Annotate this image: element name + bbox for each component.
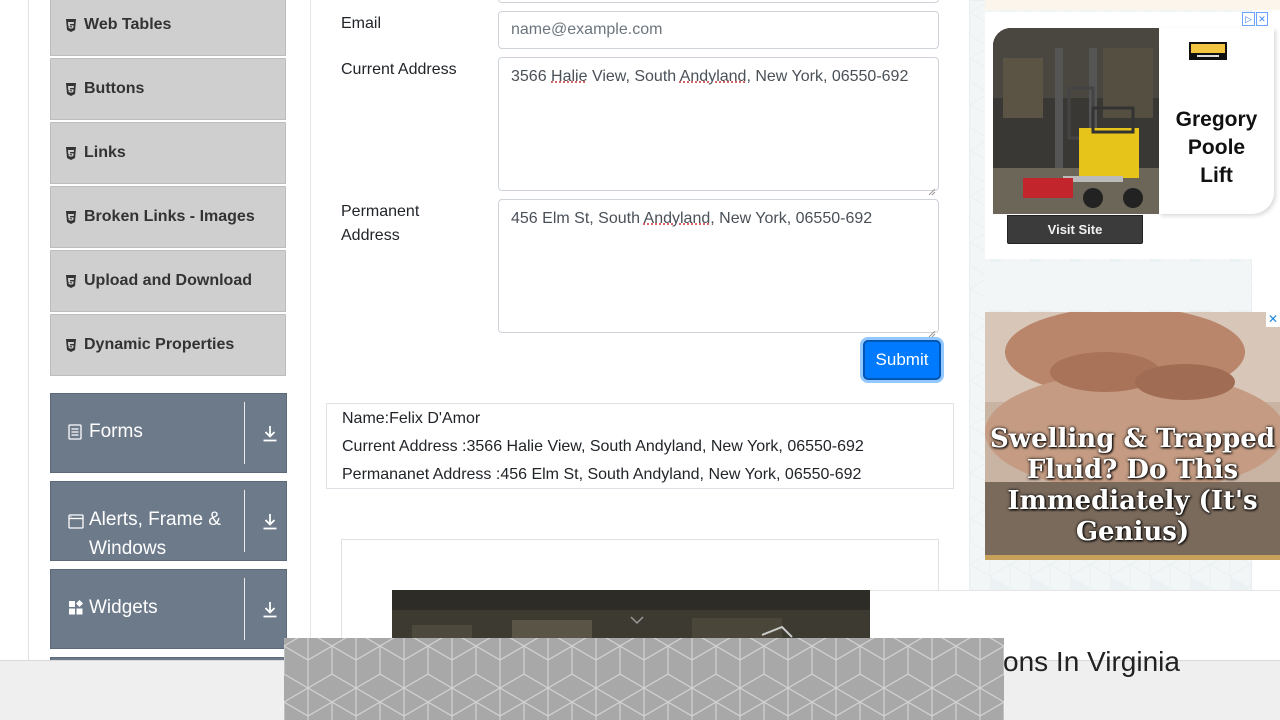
html5-icon: [65, 146, 77, 160]
ad-bottom-bar: [985, 555, 1280, 560]
sidebar-item-web-tables[interactable]: Web Tables: [50, 0, 286, 56]
sidebar-item-dynamic-properties[interactable]: Dynamic Properties: [50, 314, 286, 376]
output-name: Name:Felix D'Amor: [342, 410, 481, 427]
sidebar-group-label: Forms: [89, 421, 143, 442]
brand-line: Gregory: [1175, 108, 1258, 131]
sidebar-item-buttons[interactable]: Buttons: [50, 58, 286, 120]
divider: [244, 490, 245, 552]
brand-line: Poole: [1187, 136, 1246, 159]
sidebar-item-upload-download[interactable]: Upload and Download: [50, 250, 286, 312]
output-box: Name:Felix D'Amor Current Address :3566 …: [326, 403, 954, 489]
submit-button[interactable]: Submit: [863, 340, 941, 380]
download-icon[interactable]: [262, 601, 278, 619]
center-divider: [310, 0, 311, 720]
sidebar-group-forms[interactable]: Forms: [50, 393, 287, 473]
text-segment: View, South: [587, 68, 680, 85]
text-segment: 456 Elm St, South: [511, 210, 644, 227]
widgets-icon: [68, 599, 84, 622]
divider: [244, 578, 245, 640]
permanent-address-textarea[interactable]: 456 Elm St, South Andyland, New York, 06…: [498, 199, 939, 338]
close-icon[interactable]: ✕: [1266, 312, 1280, 327]
text-segment: Andyland,: [679, 68, 751, 85]
sidebar-item-broken-links[interactable]: Broken Links - Images: [50, 186, 286, 248]
resize-handle-icon[interactable]: [928, 322, 936, 338]
ad-gregory-poole[interactable]: ▷ ✕ Gregory Poole Lift Visit Site: [985, 12, 1275, 259]
ad-headline: Swelling & Trapped Fluid? Do This Immedi…: [989, 424, 1276, 547]
ad-brand-panel: Gregory Poole Lift: [1159, 28, 1274, 214]
pattern-ad[interactable]: [284, 638, 1004, 720]
ad-brand-text: Gregory Poole Lift: [1159, 106, 1274, 190]
text-segment: , New York, 06550-692: [710, 210, 873, 227]
sidebar-item-label: Broken Links - Images: [84, 208, 255, 225]
forklift-image: [993, 28, 1159, 214]
brand-line: Lift: [1200, 164, 1233, 187]
download-icon[interactable]: [262, 425, 278, 443]
permanent-address-label: Permanent: [341, 203, 420, 220]
gregory-poole-logo: [1189, 42, 1227, 60]
email-field[interactable]: name@example.com: [498, 11, 939, 49]
full-name-field-partial[interactable]: [498, 0, 939, 3]
page: Web Tables Buttons Links Broken Links - …: [0, 0, 1280, 720]
sidebar-group-label-line2: Windows: [89, 538, 167, 559]
current-address-textarea[interactable]: 3566 Halie View, South Andyland, New Yor…: [498, 57, 939, 196]
permanent-address-label-line2: Address: [341, 227, 400, 244]
form-icon: [68, 424, 82, 446]
html5-icon: [65, 82, 77, 96]
sidebar-item-label: Upload and Download: [84, 272, 252, 289]
text-segment: Halie: [551, 68, 588, 85]
download-icon[interactable]: [262, 513, 278, 531]
email-placeholder: name@example.com: [511, 21, 663, 38]
sidebar-group-label: Alerts, Frame &: [89, 509, 221, 530]
sticky-ad-headline: ons In Virginia: [1003, 646, 1180, 677]
html5-icon: [65, 274, 77, 288]
text-segment: New York, 06550-692: [750, 68, 909, 85]
close-icon[interactable]: ✕: [1256, 12, 1268, 26]
output-permanent-address: Permananet Address :456 Elm St, South An…: [342, 466, 862, 483]
divider: [244, 402, 245, 464]
sidebar-group-widgets[interactable]: Widgets: [50, 569, 287, 649]
ad-top-strip: [985, 0, 1280, 10]
sidebar-item-label: Links: [84, 144, 126, 161]
sidebar-item-label: Web Tables: [84, 16, 172, 33]
resize-handle-icon[interactable]: [928, 180, 936, 196]
sidebar-group-alerts[interactable]: Alerts, Frame & Windows: [50, 481, 287, 561]
sidebar-item-label: Buttons: [84, 80, 145, 97]
adchoices-icon[interactable]: ▷: [1242, 12, 1255, 26]
sidebar-item-links[interactable]: Links: [50, 122, 286, 184]
output-current-address: Current Address :3566 Halie View, South …: [342, 438, 864, 455]
html5-icon: [65, 338, 77, 352]
window-icon: [68, 513, 84, 535]
ad-swelling[interactable]: ✕ Swelling & Trapped Fluid? Do This Imme…: [985, 312, 1280, 560]
text-segment: Andyland: [643, 210, 711, 227]
current-address-label: Current Address: [341, 61, 457, 78]
left-divider: [28, 0, 29, 720]
chevron-down-icon[interactable]: [629, 612, 645, 625]
html5-icon: [65, 210, 77, 224]
ad-spacer: [985, 262, 1251, 310]
email-label: Email: [341, 15, 382, 32]
text-segment: 3566: [511, 68, 552, 85]
html5-icon: [65, 18, 77, 32]
sidebar-group-label: Widgets: [89, 597, 158, 618]
visit-site-button[interactable]: Visit Site: [1007, 215, 1143, 244]
sidebar-item-label: Dynamic Properties: [84, 336, 235, 353]
